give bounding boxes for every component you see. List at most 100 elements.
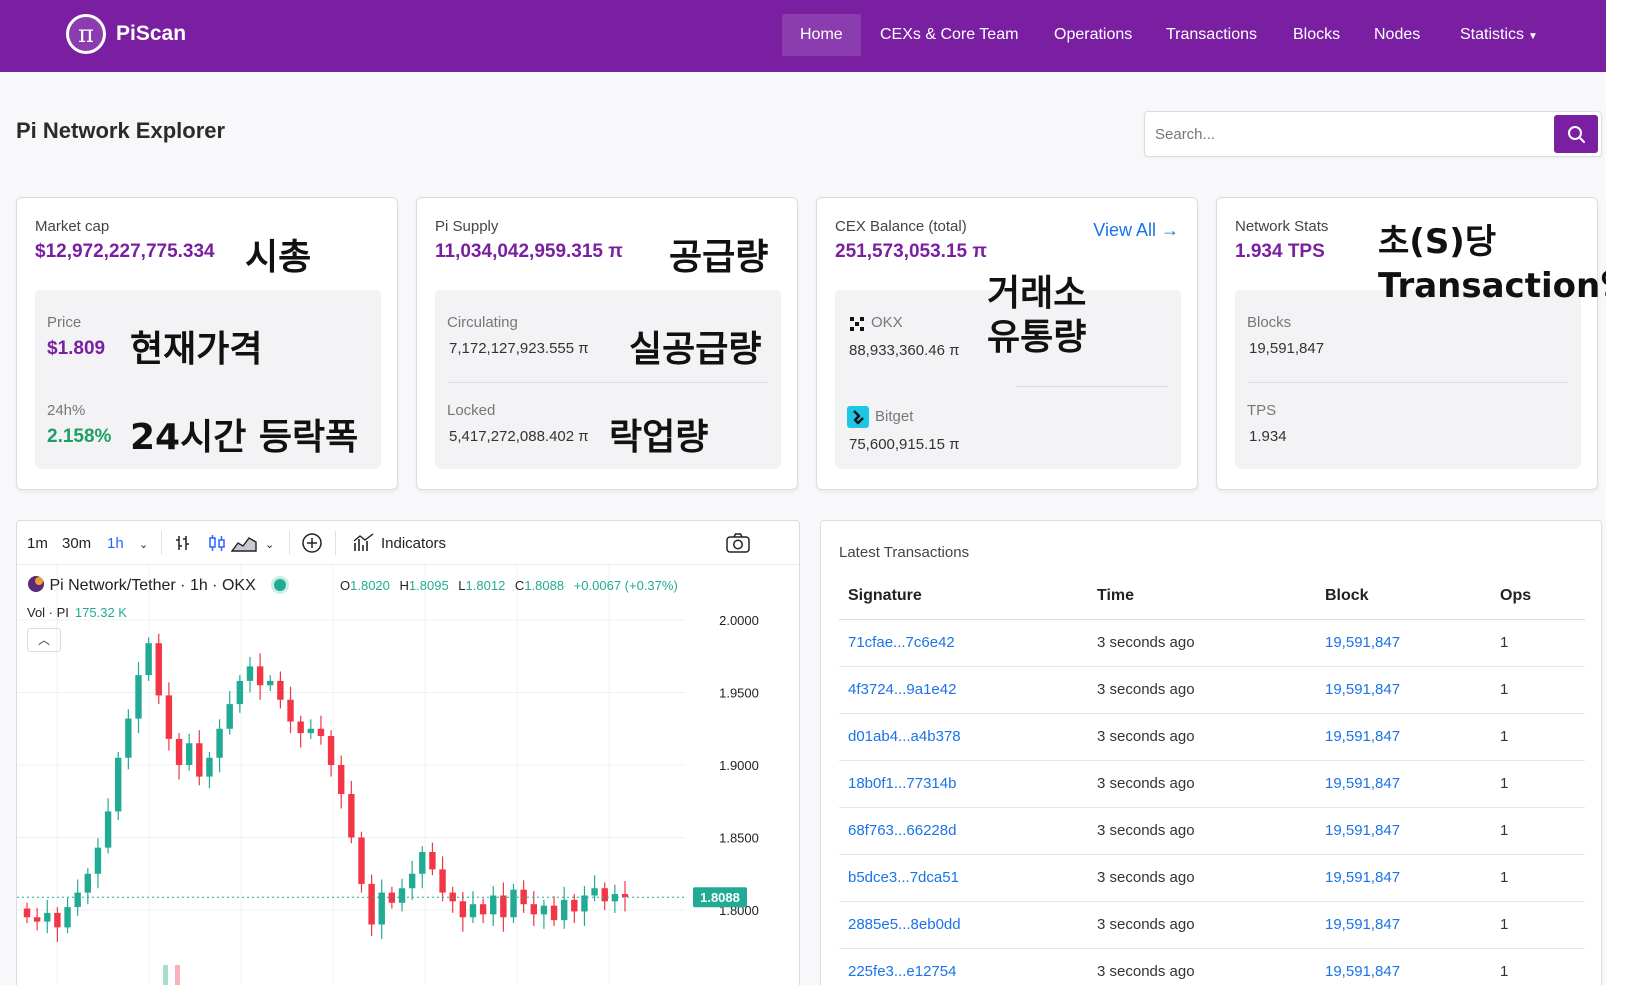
tx-block-link[interactable]: 19,591,847 (1316, 666, 1491, 714)
candle-body (54, 912, 61, 928)
candle-body (540, 905, 548, 915)
tx-block-link[interactable]: 19,591,847 (1316, 901, 1491, 949)
table-row[interactable]: 71cfae...7c6e42 3 seconds ago 19,591,847 1 (839, 619, 1585, 667)
candle-body (74, 892, 81, 908)
circulating-value: 7,172,127,923.555 π (449, 340, 589, 357)
ohlc-open-label: O (340, 578, 351, 593)
area-chart-icon[interactable] (231, 533, 257, 553)
column-time: Time (1088, 573, 1316, 620)
locked-label: Locked (447, 402, 496, 419)
tx-signature-link[interactable]: 68f763...66228d (839, 807, 1088, 855)
okx-icon (850, 317, 864, 331)
page: π PiScan Home CEXs & Core Team Operation… (0, 0, 1648, 985)
candle-body (621, 894, 629, 897)
table-row[interactable]: 68f763...66228d 3 seconds ago 19,591,847 1 (839, 807, 1585, 855)
indicators-button[interactable]: Indicators (381, 535, 446, 552)
tx-signature-link[interactable]: 2885e5...8eb0dd (839, 901, 1088, 949)
candle-body (175, 738, 183, 765)
camera-icon[interactable] (725, 532, 751, 554)
price-value: $1.809 (47, 338, 106, 359)
brand[interactable]: π PiScan (66, 14, 186, 54)
tx-time: 3 seconds ago (1088, 619, 1316, 667)
candle-body (490, 895, 497, 915)
candle-body (216, 728, 223, 758)
tx-signature-link[interactable]: 71cfae...7c6e42 (839, 619, 1088, 667)
table-row[interactable]: 225fe3...e12754 3 seconds ago 19,591,847 1 (839, 948, 1585, 985)
bar-style-icon[interactable] (173, 533, 193, 553)
search-button[interactable] (1554, 115, 1598, 153)
view-all-link[interactable]: View All → (1093, 220, 1179, 241)
interval-dropdown-icon[interactable]: ⌄ (139, 538, 148, 551)
table-row[interactable]: 4f3724...9a1e42 3 seconds ago 19,591,847 1 (839, 666, 1585, 714)
nav-home[interactable]: Home (782, 14, 861, 56)
annotation-market-cap: 시총 (245, 237, 312, 278)
ohlc-open: 1.8020 (350, 578, 390, 593)
search-input[interactable] (1145, 112, 1549, 156)
nav-cexs-core-team[interactable]: CEXs & Core Team (862, 14, 1036, 56)
nav-transactions[interactable]: Transactions (1148, 14, 1275, 56)
candle-body (500, 895, 507, 918)
interval-1h[interactable]: 1h (107, 535, 124, 552)
tx-signature-link[interactable]: 4f3724...9a1e42 (839, 666, 1088, 714)
candle-body (530, 904, 537, 915)
divider (1015, 386, 1169, 387)
tx-block-link[interactable]: 19,591,847 (1316, 807, 1491, 855)
network-stats-label: Network Stats (1235, 218, 1329, 235)
interval-30m[interactable]: 30m (62, 535, 91, 552)
candle-body (94, 847, 102, 874)
candle-body (185, 743, 193, 765)
interval-1m[interactable]: 1m (27, 535, 48, 552)
tx-signature-link[interactable]: 225fe3...e12754 (839, 948, 1088, 985)
locked-value: 5,417,272,088.402 π (449, 428, 589, 445)
candle-body (358, 837, 365, 884)
market-open-indicator-icon (274, 579, 287, 591)
okx-value: 88,933,360.46 π (849, 342, 960, 359)
collapse-legend-button[interactable]: ︿ (27, 628, 61, 652)
tx-signature-link[interactable]: b5dce3...7dca51 (839, 854, 1088, 902)
table-row[interactable]: d01ab4...a4b378 3 seconds ago 19,591,847 1 (839, 713, 1585, 761)
chart-legend: Pi Network/Tether · 1h · OKX (27, 575, 287, 595)
tx-ops: 1 (1491, 760, 1585, 808)
divider (1247, 382, 1569, 383)
add-indicator-icon[interactable] (301, 532, 323, 554)
candle-body (368, 883, 375, 925)
candle-body (419, 852, 426, 874)
tx-block-link[interactable]: 19,591,847 (1316, 760, 1491, 808)
candle-body (84, 873, 92, 893)
tx-block-link[interactable]: 19,591,847 (1316, 619, 1491, 667)
table-row[interactable]: 18b0f1...77314b 3 seconds ago 19,591,847 1 (839, 760, 1585, 808)
ohlc-low-label: L (458, 578, 466, 593)
tps-value: 1.934 (1249, 428, 1287, 445)
candle-body (327, 736, 335, 765)
indicators-icon[interactable] (353, 533, 375, 553)
page-title: Pi Network Explorer (16, 118, 226, 143)
candle-body (307, 728, 314, 734)
candlestick-chart[interactable]: 2.00001.95001.90001.85001.80001.8088 (17, 565, 800, 985)
y-tick-label: 1.9000 (719, 758, 759, 773)
tx-time: 3 seconds ago (1088, 948, 1316, 985)
chart-symbol: Pi Network/Tether · 1h · OKX (49, 577, 256, 594)
tx-signature-link[interactable]: 18b0f1...77314b (839, 760, 1088, 808)
latest-transactions-panel: Latest Transactions Signature Time Block… (820, 520, 1602, 985)
chart-type-dropdown-icon[interactable]: ⌄ (265, 538, 274, 551)
change-24h-value: 2.158% (47, 426, 112, 447)
bitget-icon (847, 406, 869, 428)
table-row[interactable]: 2885e5...8eb0dd 3 seconds ago 19,591,847 1 (839, 901, 1585, 949)
volume-label: Vol · PI (27, 605, 69, 620)
candle-body (125, 718, 132, 758)
nav-operations[interactable]: Operations (1036, 14, 1150, 56)
candle-body (155, 643, 162, 696)
nav-nodes[interactable]: Nodes (1356, 14, 1438, 56)
nav-blocks[interactable]: Blocks (1275, 14, 1358, 56)
tx-block-link[interactable]: 19,591,847 (1316, 713, 1491, 761)
tx-block-link[interactable]: 19,591,847 (1316, 948, 1491, 985)
candles-icon[interactable] (207, 533, 227, 553)
tx-ops: 1 (1491, 948, 1585, 985)
tx-ops: 1 (1491, 619, 1585, 667)
tx-block-link[interactable]: 19,591,847 (1316, 854, 1491, 902)
candle-body (44, 912, 51, 922)
volume-bar (163, 965, 168, 985)
nav-statistics[interactable]: Statistics ▼ (1442, 14, 1556, 56)
table-row[interactable]: b5dce3...7dca51 3 seconds ago 19,591,847 1 (839, 854, 1585, 902)
tx-signature-link[interactable]: d01ab4...a4b378 (839, 713, 1088, 761)
